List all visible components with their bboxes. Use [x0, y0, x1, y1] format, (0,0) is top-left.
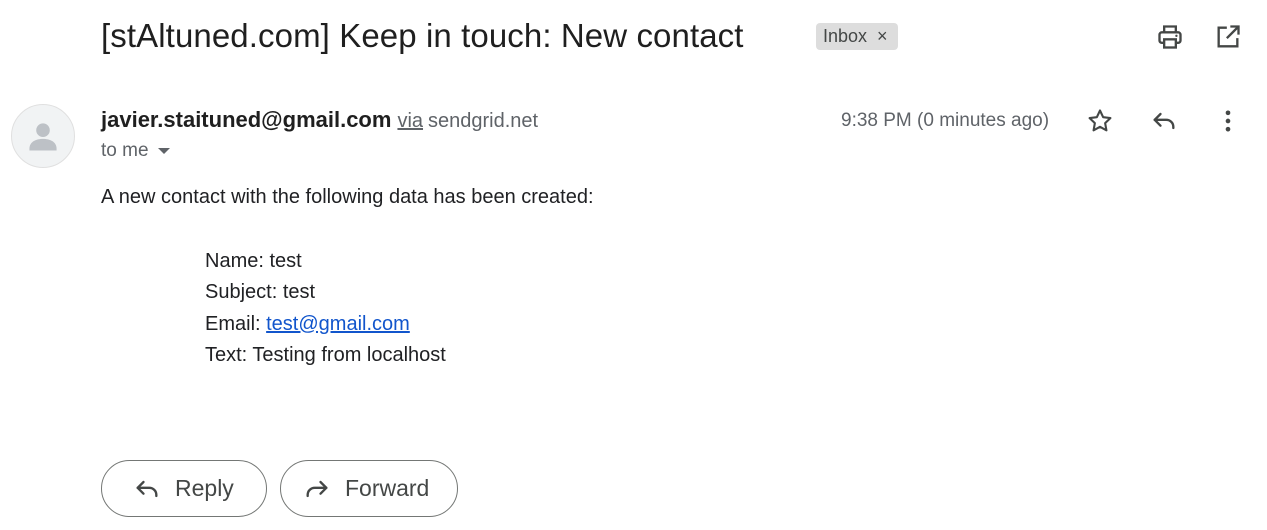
email-timestamp: 9:38 PM (0 minutes ago)	[841, 110, 1050, 131]
via-domain: sendgrid.net	[428, 110, 539, 132]
more-options-button[interactable]	[1208, 101, 1248, 141]
recipients-text: to me	[101, 140, 149, 161]
forward-button-label: Forward	[345, 475, 430, 501]
contact-fields: Name: test Subject: test Email: test@gma…	[205, 246, 446, 371]
field-email: Email: test@gmail.com	[205, 309, 446, 340]
field-subject: Subject: test	[205, 281, 316, 304]
sender-line: javier.staituned@gmail.com via sendgrid.…	[101, 107, 538, 135]
print-all-button[interactable]	[1150, 17, 1190, 57]
via-link[interactable]: via	[397, 110, 423, 133]
open-in-new-icon	[1217, 25, 1240, 48]
forward-icon	[306, 480, 328, 497]
email-subject: [stAltuned.com] Keep in touch: New conta…	[101, 17, 744, 54]
default-avatar-icon	[29, 123, 57, 151]
remove-label-icon[interactable]: ×	[877, 23, 888, 50]
field-text: Text: Testing from localhost	[205, 343, 446, 366]
more-vertical-icon	[1225, 110, 1231, 132]
print-icon	[1158, 25, 1182, 49]
chevron-down-icon	[157, 148, 170, 154]
email-body-intro: A new contact with the following data ha…	[101, 186, 594, 208]
reply-icon	[136, 480, 158, 497]
field-email-label: Email:	[205, 312, 267, 335]
sender-email[interactable]: javier.staituned@gmail.com	[101, 107, 391, 133]
reply-icon	[1153, 112, 1175, 130]
field-name: Name: test	[205, 250, 302, 272]
email-link[interactable]: test@gmail.com	[266, 313, 410, 335]
sender-avatar[interactable]	[11, 104, 75, 168]
star-outline-icon	[1088, 109, 1112, 132]
reply-button[interactable]: Reply	[101, 460, 267, 517]
recipients-dropdown[interactable]: to me	[101, 140, 170, 162]
forward-button[interactable]: Forward	[280, 460, 458, 517]
open-new-window-button[interactable]	[1208, 17, 1248, 57]
reply-button-label: Reply	[175, 475, 234, 501]
reply-icon-button[interactable]	[1144, 101, 1184, 141]
inbox-label-chip[interactable]: Inbox ×	[816, 23, 898, 50]
star-button[interactable]	[1080, 101, 1120, 141]
inbox-label-text: Inbox	[823, 26, 868, 46]
